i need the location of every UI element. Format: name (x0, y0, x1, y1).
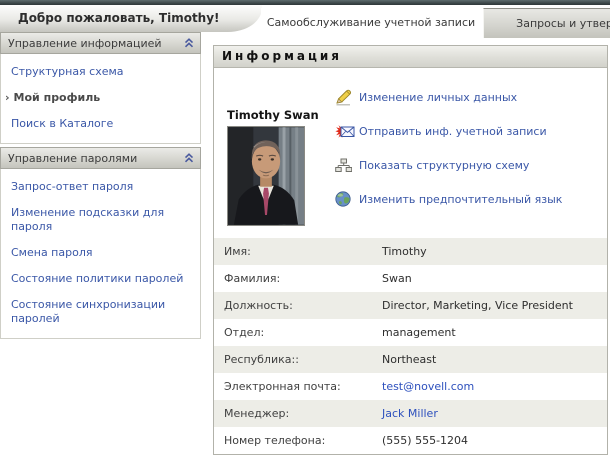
tab-label: Запросы и утверж (516, 17, 610, 30)
row-value: test@novell.com (382, 380, 474, 393)
sidebar-header-label: Управление информацией (8, 37, 162, 50)
action-label[interactable]: Отправить инф. учетной записи (359, 125, 547, 138)
email-link[interactable]: test@novell.com (382, 380, 474, 393)
profile-photo (227, 126, 305, 226)
profile-summary: Timothy Swan (214, 68, 607, 238)
sidebar-header-passwords[interactable]: Управление паролями (0, 147, 201, 169)
row-label: Отдел: (214, 326, 382, 339)
sidebar-item-directory-search[interactable]: Поиск в Каталоге (1, 111, 200, 137)
row-label: Номер телефона: (214, 434, 382, 447)
welcome-bar: Добро пожаловать, Timothy! (0, 5, 262, 32)
row-value: (555) 555-1204 (382, 434, 468, 447)
sidebar-item-org-chart[interactable]: Структурная схема (1, 59, 200, 85)
action-label[interactable]: Изменение личных данных (359, 91, 517, 104)
table-row: Республика:: Northeast (214, 346, 607, 373)
sidebar-section-information: Управление информацией Структурная схема… (0, 32, 201, 144)
row-value: Director, Marketing, Vice President (382, 299, 573, 312)
sidebar-item-label[interactable]: Смена пароля (11, 246, 92, 259)
sidebar-items-information: Структурная схема › Мой профиль Поиск в К… (0, 54, 201, 144)
table-row: Должность: Director, Marketing, Vice Pre… (214, 292, 607, 319)
sidebar-item-label[interactable]: Изменение подсказки для пароля (11, 206, 164, 233)
row-label: Электронная почта: (214, 380, 382, 393)
send-mail-icon (335, 124, 359, 139)
sidebar-item-label[interactable]: Запрос-ответ пароля (11, 180, 133, 193)
sidebar-item-password-policy-status[interactable]: Состояние политики паролей (1, 266, 200, 292)
row-value: management (382, 326, 456, 339)
welcome-message: Добро пожаловать, Timothy! (0, 5, 262, 31)
sidebar-section-passwords: Управление паролями Запрос-ответ пароля … (0, 147, 201, 339)
globe-icon (335, 191, 359, 207)
tab-account-self-service[interactable]: Самообслуживание учетной записи (261, 8, 481, 38)
row-label: Фамилия: (214, 272, 382, 285)
sidebar-item-label[interactable]: Состояние политики паролей (11, 272, 183, 285)
profile-details-table: Имя: Timothy Фамилия: Swan Должность: Di… (214, 238, 607, 454)
sidebar-item-password-hint-change[interactable]: Изменение подсказки для пароля (1, 200, 200, 240)
org-chart-icon (335, 158, 359, 173)
selected-marker-icon: › (5, 91, 10, 104)
row-value: Timothy (382, 245, 427, 258)
sidebar-header-label: Управление паролями (8, 152, 137, 165)
table-row: Фамилия: Swan (214, 265, 607, 292)
row-label: Имя: (214, 245, 382, 258)
profile-panel: Информация Timothy Swan (213, 45, 608, 455)
sidebar-item-password-challenge[interactable]: Запрос-ответ пароля (1, 174, 200, 200)
action-edit-info[interactable]: Изменение личных данных (335, 86, 562, 108)
sidebar: Управление информацией Структурная схема… (0, 32, 201, 342)
double-chevron-up-icon[interactable] (183, 37, 195, 49)
profile-name: Timothy Swan (227, 108, 319, 122)
row-value: Jack Miller (382, 407, 438, 420)
row-label: Менеджер: (214, 407, 382, 420)
sidebar-item-password-sync-status[interactable]: Состояние синхронизации паролей (1, 292, 200, 332)
table-row: Электронная почта: test@novell.com (214, 373, 607, 400)
action-show-org-chart[interactable]: Показать структурную схему (335, 154, 562, 176)
sidebar-item-my-profile[interactable]: › Мой профиль (1, 85, 200, 111)
action-links: Изменение личных данных Отправить инф. у… (335, 86, 562, 222)
action-change-language[interactable]: Изменить предпочтительный язык (335, 188, 562, 210)
table-row: Менеджер: Jack Miller (214, 400, 607, 427)
action-label[interactable]: Показать структурную схему (359, 159, 529, 172)
row-label: Должность: (214, 299, 382, 312)
double-chevron-up-icon[interactable] (183, 152, 195, 164)
sidebar-header-information[interactable]: Управление информацией (0, 32, 201, 54)
row-value: Northeast (382, 353, 436, 366)
action-label[interactable]: Изменить предпочтительный язык (359, 193, 562, 206)
sidebar-item-change-password[interactable]: Смена пароля (1, 240, 200, 266)
row-value: Swan (382, 272, 412, 285)
manager-link[interactable]: Jack Miller (382, 407, 438, 420)
sidebar-item-label: Мой профиль (14, 91, 101, 104)
row-label: Республика:: (214, 353, 382, 366)
sidebar-items-passwords: Запрос-ответ пароля Изменение подсказки … (0, 169, 201, 339)
sidebar-item-label[interactable]: Состояние синхронизации паролей (11, 298, 165, 325)
action-send-account-info[interactable]: Отправить инф. учетной записи (335, 120, 562, 142)
table-row: Отдел: management (214, 319, 607, 346)
tab-requests-approvals[interactable]: Запросы и утверж (483, 8, 610, 38)
table-row: Имя: Timothy (214, 238, 607, 265)
sidebar-item-label[interactable]: Структурная схема (11, 65, 124, 78)
panel-title: Информация (214, 46, 607, 68)
sidebar-item-label[interactable]: Поиск в Каталоге (11, 117, 113, 130)
table-row: Номер телефона: (555) 555-1204 (214, 427, 607, 454)
tab-label: Самообслуживание учетной записи (267, 16, 475, 29)
pencil-icon (335, 89, 359, 106)
